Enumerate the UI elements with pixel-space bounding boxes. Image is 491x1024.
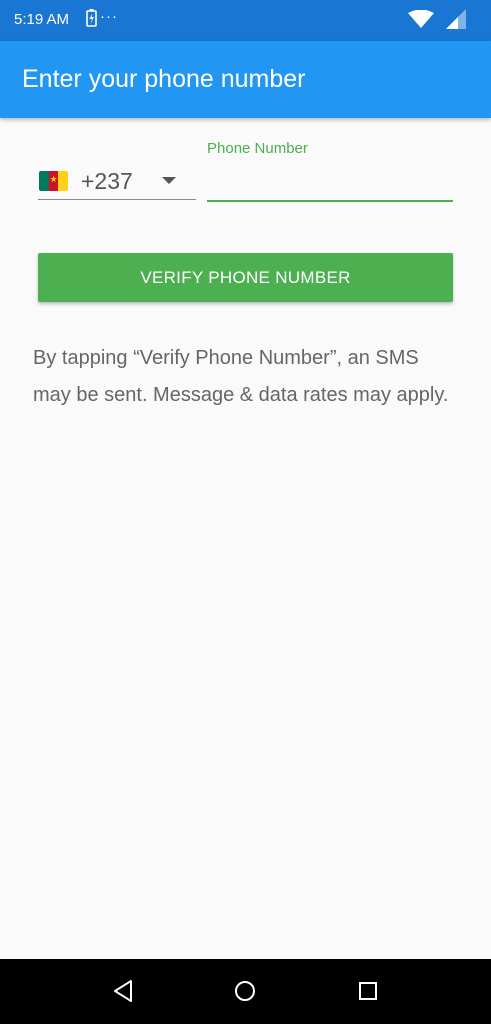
dial-code: +237 xyxy=(81,168,133,194)
sms-disclaimer-text: By tapping “Verify Phone Number”, an SMS… xyxy=(33,347,449,406)
system-navigation-bar xyxy=(0,959,491,1024)
recents-icon[interactable] xyxy=(358,981,378,1001)
verify-phone-number-button[interactable]: VERIFY PHONE NUMBER xyxy=(38,253,453,302)
dropdown-arrow-icon xyxy=(162,177,176,184)
country-code-picker[interactable]: +237 xyxy=(38,166,196,200)
signal-icon xyxy=(446,9,466,29)
phone-number-input[interactable] xyxy=(207,164,453,202)
back-icon[interactable] xyxy=(112,979,134,1003)
battery-alert-icon xyxy=(86,9,97,27)
status-time: 5:19 AM xyxy=(14,11,70,28)
wifi-icon xyxy=(408,10,434,28)
notification-dots: ··· xyxy=(100,8,118,25)
status-bar: 5:19 AM ··· xyxy=(0,0,491,41)
home-icon[interactable] xyxy=(234,980,256,1002)
phone-number-label: Phone Number xyxy=(207,140,308,157)
page-title: Enter your phone number xyxy=(22,65,306,93)
cameroon-flag-icon xyxy=(39,171,68,191)
app-bar: Enter your phone number xyxy=(0,41,491,118)
